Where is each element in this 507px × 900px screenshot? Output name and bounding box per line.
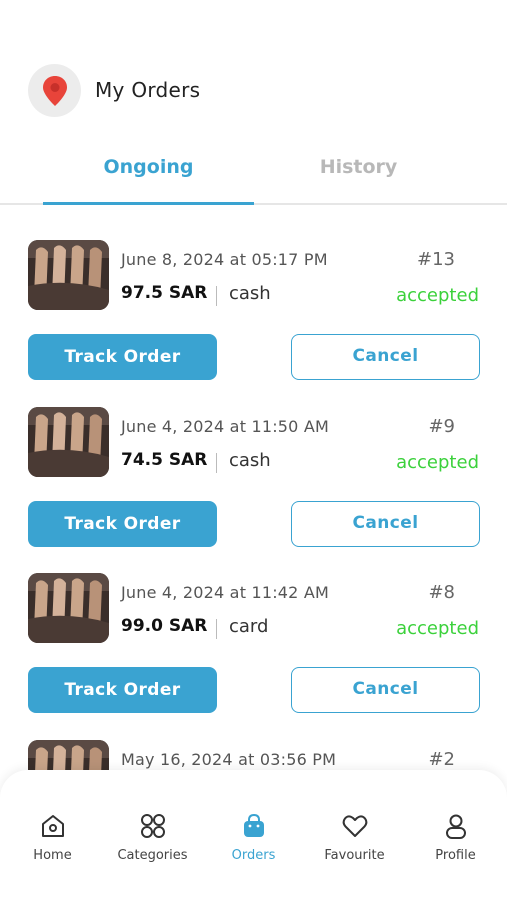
tab-history[interactable]: History: [253, 156, 464, 178]
order-price: 97.5 SAR: [121, 283, 208, 303]
order-tabs: Ongoing History: [0, 140, 507, 205]
home-icon: [41, 815, 64, 837]
order-date: May 16, 2024 at 03:56 PM: [121, 749, 337, 769]
order-number: #2: [428, 748, 455, 770]
nav-profile[interactable]: Profile: [405, 812, 506, 863]
header: My Orders: [0, 0, 507, 140]
order-date: June 4, 2024 at 11:50 AM: [121, 416, 329, 436]
order-thumbnail: [28, 573, 109, 643]
order-number: #13: [417, 249, 455, 270]
track-order-button[interactable]: Track Order: [28, 667, 217, 713]
cancel-order-button[interactable]: Cancel: [291, 667, 480, 713]
nav-categories[interactable]: Categories: [102, 812, 203, 863]
payment-method: card: [229, 616, 269, 637]
nav-label-home: Home: [33, 848, 72, 863]
tab-ongoing[interactable]: Ongoing: [43, 156, 254, 178]
order-thumbnail: [28, 406, 109, 477]
order-status: accepted: [396, 618, 479, 639]
payment-method: cash: [229, 449, 271, 471]
cancel-order-button[interactable]: Cancel: [291, 500, 480, 547]
order-date: June 8, 2024 at 05:17 PM: [121, 250, 328, 269]
divider: [216, 619, 217, 639]
divider: [216, 452, 217, 473]
order-number: #8: [428, 582, 455, 603]
payment-method: cash: [229, 283, 271, 304]
nav-label-categories: Categories: [117, 848, 188, 863]
nav-orders[interactable]: Orders: [203, 812, 304, 863]
cancel-order-button[interactable]: Cancel: [291, 334, 480, 380]
track-order-button[interactable]: Track Order: [28, 500, 217, 547]
nav-label-profile: Profile: [435, 848, 476, 863]
page-title: My Orders: [95, 78, 201, 102]
order-card: June 4, 2024 at 11:50 AM #9 74.5 SAR cas…: [0, 406, 507, 574]
order-thumbnail: [28, 240, 109, 310]
bottom-navigation: Home Categories Orders Favourite Profile: [0, 770, 507, 900]
nav-favourite[interactable]: Favourite: [304, 812, 405, 863]
location-button[interactable]: [28, 64, 81, 117]
order-price: 99.0 SAR: [121, 616, 208, 636]
heart-icon: [342, 815, 367, 837]
order-date: June 4, 2024 at 11:42 AM: [121, 583, 329, 602]
user-icon: [445, 814, 466, 839]
order-card: June 4, 2024 at 11:42 AM #8 99.0 SAR car…: [0, 573, 507, 740]
bag-icon: [243, 813, 264, 837]
order-card: June 8, 2024 at 05:17 PM #13 97.5 SAR ca…: [0, 240, 507, 407]
order-status: accepted: [396, 285, 479, 306]
nav-label-orders: Orders: [231, 848, 276, 863]
nav-home[interactable]: Home: [2, 812, 103, 863]
order-status: accepted: [396, 451, 479, 473]
track-order-button[interactable]: Track Order: [28, 334, 217, 380]
nav-label-favourite: Favourite: [324, 848, 385, 863]
grid-icon: [140, 814, 165, 838]
active-tab-indicator: [43, 202, 254, 205]
map-pin-icon: [42, 75, 67, 106]
order-price: 74.5 SAR: [121, 449, 208, 470]
order-number: #9: [428, 415, 455, 437]
divider: [216, 286, 217, 306]
